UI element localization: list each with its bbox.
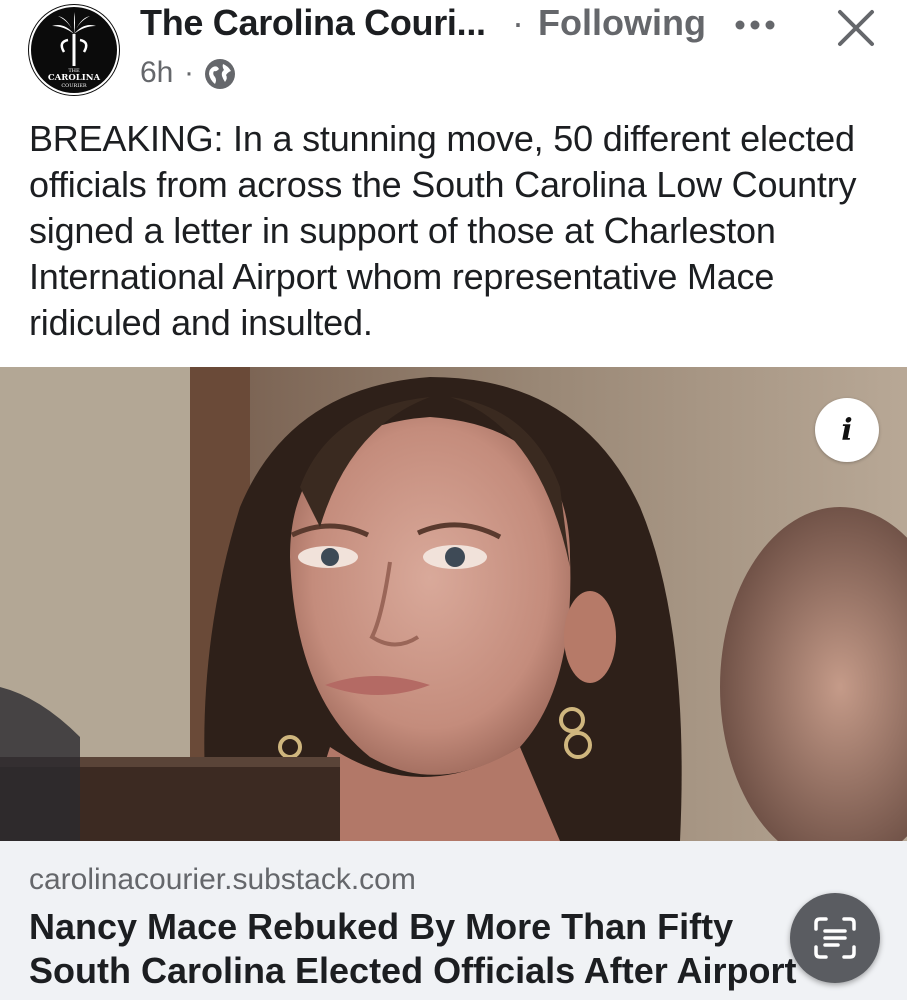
post-body-text: BREAKING: In a stunning move, 50 differe… bbox=[29, 118, 857, 343]
portrait-illustration bbox=[0, 367, 907, 841]
post-header: THE CAROLINA COURIER The Carolina Couri.… bbox=[0, 0, 907, 110]
link-preview-card[interactable]: carolinacourier.substack.com Nancy Mace … bbox=[0, 841, 907, 1000]
page-name[interactable]: The Carolina Couri... bbox=[140, 2, 486, 44]
link-domain: carolinacourier.substack.com bbox=[29, 863, 416, 896]
more-horizontal-icon[interactable] bbox=[733, 18, 777, 32]
close-icon[interactable] bbox=[836, 8, 876, 48]
info-icon: i bbox=[841, 412, 853, 448]
post-timestamp[interactable]: 6h bbox=[140, 56, 173, 90]
globe-icon bbox=[204, 58, 236, 90]
logo-text-2: CAROLINA bbox=[48, 73, 101, 83]
carolina-courier-logo: THE CAROLINA COURIER bbox=[29, 5, 119, 95]
header-separator: · bbox=[512, 2, 524, 43]
info-button[interactable]: i bbox=[815, 398, 879, 462]
post-image[interactable] bbox=[0, 367, 907, 841]
logo-text-3: COURIER bbox=[61, 83, 87, 89]
timestamp-separator: · bbox=[184, 56, 194, 89]
link-title[interactable]: Nancy Mace Rebuked By More Than Fifty So… bbox=[29, 905, 819, 1000]
page-avatar[interactable]: THE CAROLINA COURIER bbox=[28, 4, 120, 96]
following-button[interactable]: Following bbox=[538, 2, 706, 44]
text-scan-icon[interactable] bbox=[790, 893, 880, 983]
